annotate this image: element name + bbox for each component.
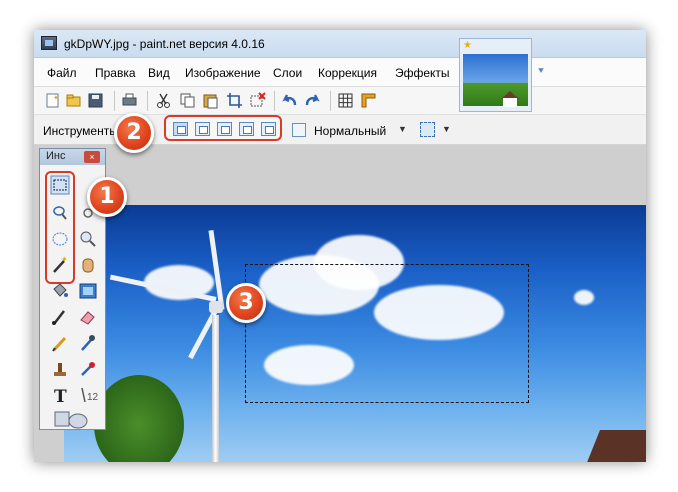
title-bar: gkDpWY.jpg - paint.net версия 4.0.16 (34, 30, 646, 58)
close-icon[interactable]: × (84, 151, 100, 163)
line-curve-icon[interactable]: 12 (78, 385, 98, 405)
clone-stamp-icon[interactable] (50, 359, 70, 379)
menu-file[interactable]: Файл (47, 66, 77, 80)
step-badge-1: 1 (87, 177, 127, 217)
paint-bucket-icon[interactable] (50, 281, 70, 301)
rectangle-select-icon[interactable] (50, 175, 70, 195)
toolbar-separator (147, 91, 148, 111)
toolbar-separator (274, 91, 275, 111)
cloud-shape (574, 290, 594, 305)
menu-view[interactable]: Вид (148, 66, 170, 80)
copy-icon[interactable] (179, 92, 196, 109)
new-icon[interactable]: ✦ (44, 92, 61, 109)
blend-mode-select[interactable]: Нормальный (314, 124, 386, 138)
toolbar-separator (330, 91, 331, 111)
intersect-mode-button[interactable] (239, 122, 254, 136)
color-picker-icon[interactable] (78, 333, 98, 353)
xor-mode-button[interactable] (261, 122, 276, 136)
thumbnail-image (463, 54, 528, 107)
svg-text:✦: ✦ (61, 255, 68, 264)
zoom-icon[interactable] (78, 229, 98, 249)
paste-icon[interactable] (202, 92, 219, 109)
open-icon[interactable] (65, 92, 82, 109)
print-icon[interactable] (121, 92, 138, 109)
menu-layers[interactable]: Слои (273, 66, 302, 80)
toolbar-separator (114, 91, 115, 111)
house-roof-shape (584, 430, 646, 462)
turbine-hub (209, 301, 223, 313)
magic-wand-icon[interactable]: ✦ (50, 255, 70, 275)
pan-icon[interactable] (78, 255, 98, 275)
step-badge-3: 3 (226, 283, 266, 323)
window-title: gkDpWY.jpg - paint.net версия 4.0.16 (64, 37, 265, 51)
lasso-select-icon[interactable] (50, 203, 70, 223)
eraser-icon[interactable] (78, 307, 98, 327)
image-thumbnail[interactable]: ★ (459, 38, 532, 112)
deselect-icon[interactable] (249, 92, 266, 109)
turbine-tower (212, 315, 219, 462)
tree-shape (94, 375, 184, 462)
shapes-icon[interactable] (54, 409, 90, 429)
house-shape (503, 98, 517, 107)
star-icon: ★ (463, 40, 472, 51)
menu-bar: Файл Правка Вид Изображение Слои Коррекц… (34, 58, 646, 87)
union-mode-button[interactable] (195, 122, 210, 136)
blend-mode-icon (292, 123, 306, 137)
image-canvas[interactable] (64, 205, 646, 462)
chevron-down-icon[interactable]: ⯆ (537, 66, 545, 77)
main-toolbar: ✦ (34, 87, 646, 115)
paintbrush-icon[interactable] (50, 307, 70, 327)
ellipse-select-icon[interactable] (50, 229, 70, 249)
chevron-down-icon[interactable]: ▼ (442, 124, 451, 134)
selection-mode-group (164, 115, 282, 141)
menu-edit[interactable]: Правка (95, 66, 136, 80)
recolor-icon[interactable] (78, 359, 98, 379)
pencil-icon[interactable] (50, 333, 70, 353)
step-badge-2: 2 (114, 113, 154, 153)
redo-icon[interactable] (304, 92, 321, 109)
svg-text:✦: ✦ (53, 94, 59, 102)
chevron-down-icon[interactable]: ▼ (398, 124, 407, 134)
antialiasing-icon[interactable] (420, 122, 435, 137)
tools-panel-title[interactable]: Инс × (40, 149, 105, 165)
cut-icon[interactable] (155, 92, 172, 109)
menu-effects[interactable]: Эффекты (395, 66, 450, 80)
crop-icon[interactable] (226, 92, 243, 109)
undo-icon[interactable] (281, 92, 298, 109)
svg-text:T: T (54, 387, 67, 405)
menu-image[interactable]: Изображение (185, 66, 261, 80)
svg-text:12: 12 (87, 392, 98, 403)
grid-icon[interactable] (337, 92, 354, 109)
ruler-icon[interactable] (360, 92, 377, 109)
tools-label: Инструменты (43, 124, 118, 138)
save-icon[interactable] (87, 92, 104, 109)
app-window: gkDpWY.jpg - paint.net версия 4.0.16 Фай… (34, 30, 646, 462)
rectangle-selection[interactable] (245, 264, 529, 403)
text-icon[interactable]: T (50, 385, 70, 405)
gradient-icon[interactable] (78, 281, 98, 301)
paintnet-app-icon (41, 36, 57, 50)
replace-mode-button[interactable] (173, 122, 188, 136)
tools-panel-title-text: Инс (46, 150, 66, 162)
menu-adjustments[interactable]: Коррекция (318, 66, 377, 80)
exclude-mode-button[interactable] (217, 122, 232, 136)
